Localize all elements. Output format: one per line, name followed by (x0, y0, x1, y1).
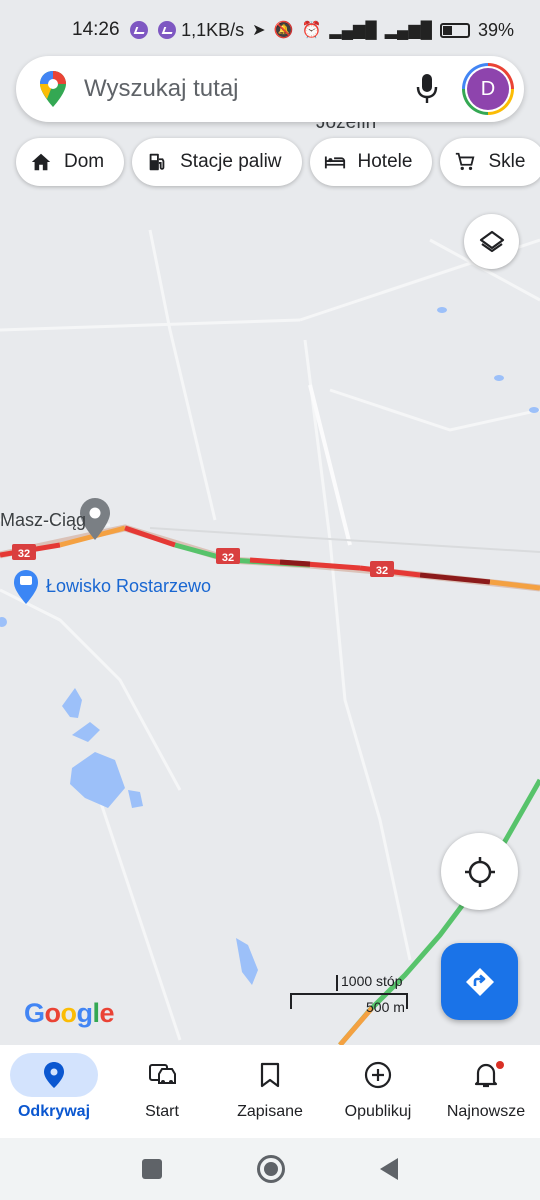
car-icon (149, 1064, 176, 1084)
nav-label: Najnowsze (446, 1103, 526, 1120)
battery-icon (439, 22, 470, 38)
nav-start[interactable]: Start (108, 1045, 216, 1138)
my-location-button[interactable] (441, 833, 518, 910)
svg-text:32: 32 (222, 552, 234, 564)
svg-text:32: 32 (18, 548, 30, 560)
avatar-letter: D (467, 68, 509, 110)
crosshair-icon (464, 856, 495, 887)
location-arrow-icon: ➤ (252, 22, 266, 39)
scale-metric: 500 m (366, 999, 405, 1015)
home-button[interactable] (257, 1155, 285, 1183)
messenger-icon (157, 21, 176, 39)
layers-icon (479, 230, 504, 252)
scale-imperial: 1000 stóp (341, 973, 403, 989)
nav-label: Zapisane (237, 1103, 303, 1120)
avatar[interactable]: D (462, 63, 514, 115)
network-speed: 1,1KB/s (181, 19, 245, 40)
google-logo: Google (24, 998, 115, 1028)
road-shield: 32 (370, 561, 394, 577)
status-time: 14:26 (72, 19, 120, 40)
bottom-navigation: Odkrywaj Start Zapisane Opublikuj Najnow… (0, 1045, 540, 1138)
maps-logo-icon (40, 71, 66, 107)
notification-dot (496, 1061, 504, 1069)
chip-shops[interactable]: Skle (440, 138, 540, 186)
nav-contribute[interactable]: Opublikuj (324, 1045, 432, 1138)
back-button[interactable] (380, 1158, 398, 1180)
chip-gas-stations[interactable]: Stacje paliw (132, 138, 302, 186)
road-shield: 32 (12, 544, 36, 560)
system-navigation (0, 1138, 540, 1200)
chip-label: Skle (488, 151, 526, 172)
alarm-icon: ⏰ (301, 22, 322, 39)
nav-explore[interactable]: Odkrywaj (0, 1045, 108, 1138)
directions-icon (465, 967, 494, 996)
chip-home[interactable]: Dom (16, 138, 125, 186)
signal-icon: ▂▄▆█ (329, 22, 377, 39)
place-label[interactable]: Masz-Ciąg (0, 510, 86, 531)
search-input[interactable]: Wyszukaj tutaj (84, 75, 414, 103)
nav-label: Opublikuj (344, 1103, 412, 1120)
status-bar: 14:26 1,1KB/s ➤ 🔕 ⏰ ▂▄▆█ ▂▄▆█ 39% (0, 0, 540, 60)
chip-label: Hotele (357, 151, 413, 172)
directions-button[interactable] (441, 943, 518, 1020)
hotel-icon (324, 156, 345, 169)
poi-label[interactable]: Łowisko Rostarzewo (46, 576, 211, 597)
svg-text:32: 32 (376, 565, 388, 577)
microphone-icon[interactable] (414, 72, 440, 106)
battery-percent: 39% (477, 19, 514, 40)
chip-label: Stacje paliw (180, 151, 282, 172)
pin-icon (44, 1062, 64, 1088)
gas-station-icon (149, 153, 165, 171)
chip-hotels[interactable]: Hotele (309, 138, 433, 186)
recents-button[interactable] (142, 1159, 162, 1179)
bookmark-icon (260, 1062, 280, 1088)
layers-button[interactable] (464, 214, 519, 269)
nav-label: Odkrywaj (17, 1103, 91, 1120)
mute-icon: 🔕 (273, 22, 294, 39)
add-circle-icon (364, 1061, 392, 1089)
search-bar[interactable]: Wyszukaj tutaj D (16, 56, 524, 122)
nav-saved[interactable]: Zapisane (216, 1045, 324, 1138)
messenger-icon (129, 21, 148, 39)
bell-icon (474, 1063, 498, 1088)
cart-icon (456, 152, 475, 171)
chip-label: Dom (64, 151, 105, 172)
category-chips: Dom Stacje paliw Hotele Skle (16, 138, 540, 186)
road-shield: 32 (216, 548, 240, 564)
nav-label: Start (145, 1103, 179, 1120)
home-icon (31, 153, 51, 171)
signal-icon: ▂▄▆█ (384, 22, 432, 39)
nav-updates[interactable]: Najnowsze (432, 1045, 540, 1138)
